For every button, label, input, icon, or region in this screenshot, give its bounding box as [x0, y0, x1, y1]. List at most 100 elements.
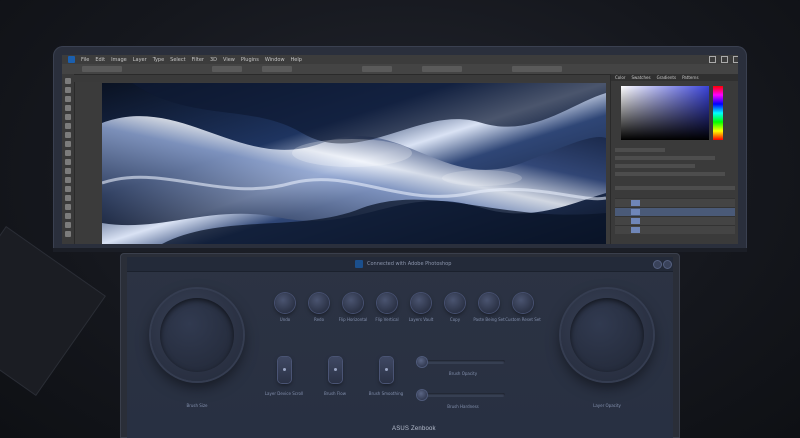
paste-button[interactable]	[479, 293, 499, 313]
window-controls	[709, 56, 738, 63]
lasso-tool-icon[interactable]	[65, 96, 71, 102]
layers-panel-header	[615, 186, 735, 190]
properties-header	[615, 148, 665, 152]
layer-row[interactable]	[615, 225, 735, 234]
custom-reset-button[interactable]	[513, 293, 533, 313]
rocker-label: Brush Smoothing	[368, 391, 404, 396]
menu-type[interactable]: Type	[153, 57, 164, 63]
photoshop-logo-icon	[68, 56, 75, 63]
tab-color[interactable]: Color	[615, 75, 625, 80]
eraser-tool-icon[interactable]	[65, 168, 71, 174]
layer-scroll-rocker[interactable]	[278, 357, 291, 383]
document-tabs[interactable]	[74, 75, 580, 82]
tab-patterns[interactable]: Patterns	[682, 75, 698, 80]
opacity-field[interactable]	[262, 66, 292, 72]
connection-status: Connected with Adobe Photoshop	[367, 261, 452, 267]
slider-label: Brush Opacity	[448, 371, 478, 376]
stamp-tool-icon[interactable]	[65, 150, 71, 156]
menu-window[interactable]: Window	[265, 57, 285, 63]
menu-image[interactable]: Image	[111, 57, 127, 63]
copy-button[interactable]	[445, 293, 465, 313]
brush-opacity-slider[interactable]	[417, 357, 505, 367]
shape-tool-icon[interactable]	[65, 231, 71, 237]
properties-row	[615, 164, 695, 168]
tab-swatches[interactable]: Swatches	[631, 75, 650, 80]
document-canvas[interactable]	[102, 83, 606, 244]
marquee-tool-icon[interactable]	[65, 87, 71, 93]
flow-field[interactable]	[362, 66, 392, 72]
brush-smoothing-rocker[interactable]	[380, 357, 393, 383]
undo-button[interactable]	[275, 293, 295, 313]
layer-opacity-dial[interactable]	[561, 289, 653, 381]
right-panels: Color Swatches Gradients Patterns	[610, 74, 738, 244]
brush-tool-icon[interactable]	[65, 141, 71, 147]
crop-tool-icon[interactable]	[65, 114, 71, 120]
dial-label: Brush Size	[186, 403, 208, 408]
layer-row[interactable]	[615, 207, 735, 216]
menu-bar: File Edit Image Layer Type Select Filter…	[62, 55, 738, 64]
control-panel-header: Connected with Adobe Photoshop	[127, 257, 673, 272]
tool-preset-dropdown[interactable]	[82, 66, 122, 72]
photoshop-app-icon	[355, 260, 363, 268]
menu-select[interactable]: Select	[170, 57, 185, 63]
brush-flow-rocker[interactable]	[329, 357, 342, 383]
gradient-tool-icon[interactable]	[65, 177, 71, 183]
menu-layer[interactable]: Layer	[133, 57, 147, 63]
liquid-metal-artwork	[102, 83, 606, 244]
smoothing-field[interactable]	[422, 66, 462, 72]
blur-tool-icon[interactable]	[65, 186, 71, 192]
close-icon[interactable]	[663, 260, 672, 269]
control-panel-screen: Connected with Adobe Photoshop Brush Siz…	[127, 257, 673, 438]
pen-tool-icon[interactable]	[65, 204, 71, 210]
select-and-mask-button[interactable]	[512, 66, 562, 72]
layers-vault-button[interactable]	[411, 293, 431, 313]
brand-logo: ASUS Zenbook	[392, 426, 436, 432]
path-select-tool-icon[interactable]	[65, 222, 71, 228]
close-icon[interactable]	[733, 56, 738, 63]
move-tool-icon[interactable]	[65, 78, 71, 84]
rocker-indicator	[334, 368, 337, 371]
tools-panel	[62, 74, 75, 244]
menu-3d[interactable]: 3D	[210, 57, 217, 63]
rocker-label: Brush Flow	[324, 391, 346, 396]
slider-thumb[interactable]	[417, 357, 427, 367]
rocker-label: Layer Device Scroll	[264, 391, 304, 396]
minimize-icon[interactable]	[709, 56, 716, 63]
settings-icon[interactable]	[653, 260, 662, 269]
menu-filter[interactable]: Filter	[192, 57, 204, 63]
brush-size-dial[interactable]	[151, 289, 243, 381]
layer-thumbnail	[631, 200, 640, 206]
tab-gradients[interactable]: Gradients	[657, 75, 677, 80]
layer-row[interactable]	[615, 216, 735, 225]
hue-slider[interactable]	[713, 86, 723, 140]
menu-view[interactable]: View	[223, 57, 235, 63]
dial-face	[160, 298, 234, 372]
slider-thumb[interactable]	[417, 390, 427, 400]
history-brush-tool-icon[interactable]	[65, 159, 71, 165]
type-tool-icon[interactable]	[65, 213, 71, 219]
healing-tool-icon[interactable]	[65, 132, 71, 138]
menu-file[interactable]: File	[81, 57, 89, 63]
redo-button[interactable]	[309, 293, 329, 313]
color-picker-field[interactable]	[621, 86, 709, 140]
menu-edit[interactable]: Edit	[95, 57, 105, 63]
eyedropper-tool-icon[interactable]	[65, 123, 71, 129]
properties-row	[615, 172, 725, 176]
flip-vertical-button[interactable]	[377, 293, 397, 313]
quick-select-tool-icon[interactable]	[65, 105, 71, 111]
laptop-hinge	[53, 248, 747, 252]
brush-hardness-slider[interactable]	[417, 390, 505, 400]
layer-thumbnail	[631, 218, 640, 224]
flip-horizontal-button[interactable]	[343, 293, 363, 313]
properties-row	[615, 156, 715, 160]
maximize-icon[interactable]	[721, 56, 728, 63]
layer-thumbnail	[631, 209, 640, 215]
dodge-tool-icon[interactable]	[65, 195, 71, 201]
slider-label: Brush Hardness	[447, 404, 479, 409]
mode-dropdown[interactable]	[212, 66, 242, 72]
knob-label: Custom Reset Set	[505, 317, 541, 322]
layer-row[interactable]	[615, 198, 735, 207]
dial-label: Layer Opacity	[593, 403, 621, 408]
menu-plugins[interactable]: Plugins	[241, 57, 259, 63]
menu-help[interactable]: Help	[291, 57, 302, 63]
